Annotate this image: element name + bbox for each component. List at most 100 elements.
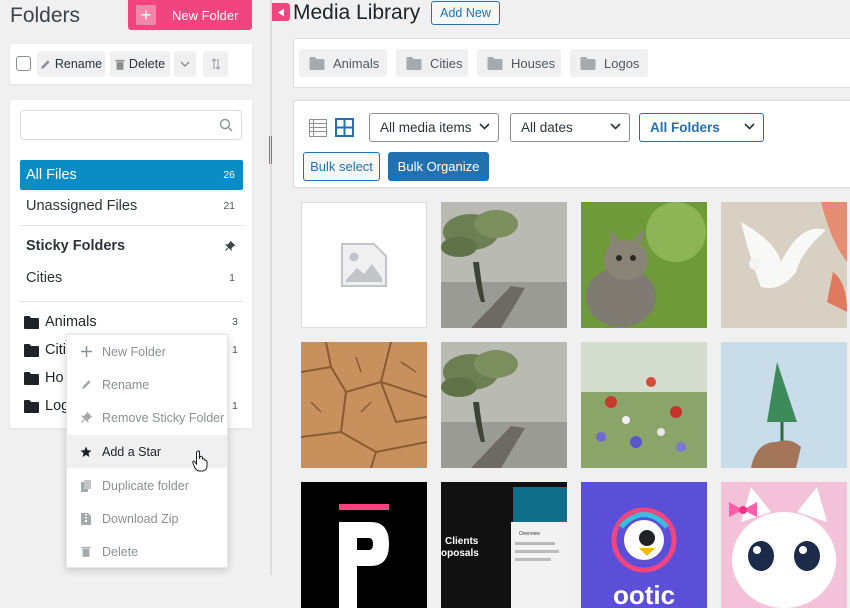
unassigned-files-count: 21 bbox=[223, 200, 235, 212]
folder-chip-label: Cities bbox=[430, 55, 463, 71]
folder-chip-animals[interactable]: Animals bbox=[299, 49, 387, 77]
folder-icon bbox=[24, 315, 39, 329]
bulk-organize-button[interactable]: Bulk Organize bbox=[388, 152, 489, 181]
folder-chip-houses[interactable]: Houses bbox=[477, 49, 561, 77]
media-thumb-kitten[interactable] bbox=[581, 202, 707, 328]
date-filter-value: All dates bbox=[521, 120, 573, 135]
folder-filter-select[interactable]: All Folders bbox=[639, 113, 764, 142]
select-all-checkbox[interactable] bbox=[16, 56, 31, 71]
folder-icon bbox=[24, 371, 39, 385]
pencil-icon bbox=[79, 379, 93, 390]
copy-icon bbox=[79, 479, 93, 492]
media-thumb-proposal-doc[interactable]: Clients oposals Overview bbox=[441, 482, 567, 608]
folder-chip-cities[interactable]: Cities bbox=[396, 49, 468, 77]
folder-label: Ho bbox=[45, 370, 64, 386]
folder-chip-label: Houses bbox=[511, 55, 556, 71]
media-filter-bar: All media items All dates All Folders Bu… bbox=[293, 100, 850, 188]
all-files-item[interactable]: All Files 26 bbox=[20, 160, 243, 190]
menu-item-label: Add a Star bbox=[102, 444, 162, 459]
sticky-item-label: Cities bbox=[26, 270, 63, 286]
splitter-handle[interactable] bbox=[269, 136, 272, 164]
media-thumb-wildflowers[interactable] bbox=[581, 342, 707, 468]
sticky-item-count: 1 bbox=[229, 272, 235, 284]
unassigned-files-item[interactable]: Unassigned Files 21 bbox=[20, 191, 243, 221]
divider bbox=[20, 225, 243, 226]
date-filter-select[interactable]: All dates bbox=[510, 113, 630, 142]
menu-item-label: New Folder bbox=[102, 344, 166, 359]
media-thumb-dove[interactable] bbox=[721, 202, 847, 328]
sticky-item-cities[interactable]: Cities 1 bbox=[20, 263, 243, 293]
folder-chip-label: Logos bbox=[604, 55, 640, 71]
collapse-panel-button[interactable] bbox=[272, 3, 290, 21]
thumb-text-logo-word: ootic bbox=[613, 580, 675, 608]
new-folder-button[interactable]: + New Folder bbox=[128, 0, 252, 30]
bulk-select-button[interactable]: Bulk select bbox=[303, 152, 380, 181]
thumb-text-overview: Overview bbox=[519, 531, 540, 537]
trash-icon bbox=[79, 546, 93, 557]
pin-icon bbox=[79, 412, 93, 423]
delete-button[interactable]: Delete bbox=[110, 51, 170, 77]
add-new-button[interactable]: Add New bbox=[431, 1, 500, 25]
folder-item-logos[interactable]: Log bbox=[24, 394, 69, 418]
sort-button[interactable] bbox=[203, 51, 228, 77]
pin-icon bbox=[225, 241, 235, 251]
menu-item-download-zip[interactable]: Download Zip bbox=[67, 502, 227, 535]
rename-label: Rename bbox=[54, 57, 103, 71]
folder-chip-label: Animals bbox=[333, 55, 380, 71]
menu-item-label: Delete bbox=[102, 544, 139, 559]
menu-item-label: Download Zip bbox=[102, 511, 179, 526]
media-type-value: All media items bbox=[380, 120, 472, 135]
folder-icon bbox=[24, 343, 39, 357]
menu-item-remove-sticky[interactable]: Remove Sticky Folder bbox=[67, 401, 227, 434]
folder-item-cities[interactable]: Citi bbox=[24, 338, 66, 362]
folder-label: Animals bbox=[45, 314, 97, 330]
folder-item-animals[interactable]: Animals bbox=[24, 310, 97, 334]
sticky-folders-label: Sticky Folders bbox=[26, 238, 126, 254]
image-placeholder-icon bbox=[341, 243, 387, 287]
pencil-icon bbox=[40, 59, 50, 69]
media-thumb-tree-pier-2[interactable] bbox=[441, 342, 567, 468]
search-icon bbox=[219, 118, 233, 132]
media-thumb-logo-p[interactable] bbox=[301, 482, 427, 608]
media-thumb-fern-hand[interactable] bbox=[721, 342, 847, 468]
folder-icon bbox=[580, 56, 596, 70]
plus-icon: + bbox=[136, 5, 156, 25]
media-thumb-pink-kitten[interactable] bbox=[721, 482, 847, 608]
folder-item-houses[interactable]: Ho bbox=[24, 366, 64, 390]
folder-icon bbox=[487, 56, 503, 70]
chevron-down-icon bbox=[610, 123, 621, 130]
folder-icon bbox=[24, 399, 39, 413]
trash-icon bbox=[115, 59, 125, 70]
menu-item-label: Remove Sticky Folder bbox=[102, 410, 225, 425]
menu-item-rename[interactable]: Rename bbox=[67, 368, 227, 401]
folder-chip-logos[interactable]: Logos bbox=[570, 49, 648, 77]
folder-chip-bar: Animals Cities Houses Logos bbox=[293, 38, 850, 88]
more-dropdown-button[interactable] bbox=[174, 51, 196, 77]
all-files-label: All Files bbox=[26, 167, 77, 183]
chevron-down-icon bbox=[744, 123, 755, 130]
media-thumb-tree-pier[interactable] bbox=[441, 202, 567, 328]
grid-view-icon[interactable] bbox=[335, 118, 354, 137]
unassigned-files-label: Unassigned Files bbox=[26, 198, 138, 214]
delete-label: Delete bbox=[128, 57, 166, 71]
media-thumb-placeholder[interactable] bbox=[301, 202, 427, 328]
folder-count: 1 bbox=[232, 400, 238, 412]
thumb-text-clients: Clients bbox=[445, 536, 479, 547]
media-thumb-cracked-earth[interactable] bbox=[301, 342, 427, 468]
page-title: Media Library bbox=[293, 1, 421, 24]
folders-panel-title: Folders bbox=[10, 4, 81, 27]
thumb-text-proposals: oposals bbox=[441, 548, 479, 559]
media-type-select[interactable]: All media items bbox=[369, 113, 499, 142]
new-folder-label: New Folder bbox=[172, 7, 239, 23]
media-thumb-ootic-logo[interactable]: ootic bbox=[581, 482, 707, 608]
menu-item-duplicate-folder[interactable]: Duplicate folder bbox=[67, 469, 227, 502]
list-view-icon[interactable] bbox=[309, 119, 327, 137]
folder-count: 1 bbox=[232, 344, 238, 356]
sticky-folders-heading: Sticky Folders bbox=[20, 231, 243, 261]
menu-item-new-folder[interactable]: New Folder bbox=[67, 335, 227, 368]
rename-button[interactable]: Rename bbox=[37, 51, 105, 77]
menu-item-delete[interactable]: Delete bbox=[67, 535, 227, 568]
panel-splitter[interactable] bbox=[270, 0, 272, 575]
folder-search-input[interactable] bbox=[20, 110, 242, 140]
folder-icon bbox=[309, 56, 325, 70]
